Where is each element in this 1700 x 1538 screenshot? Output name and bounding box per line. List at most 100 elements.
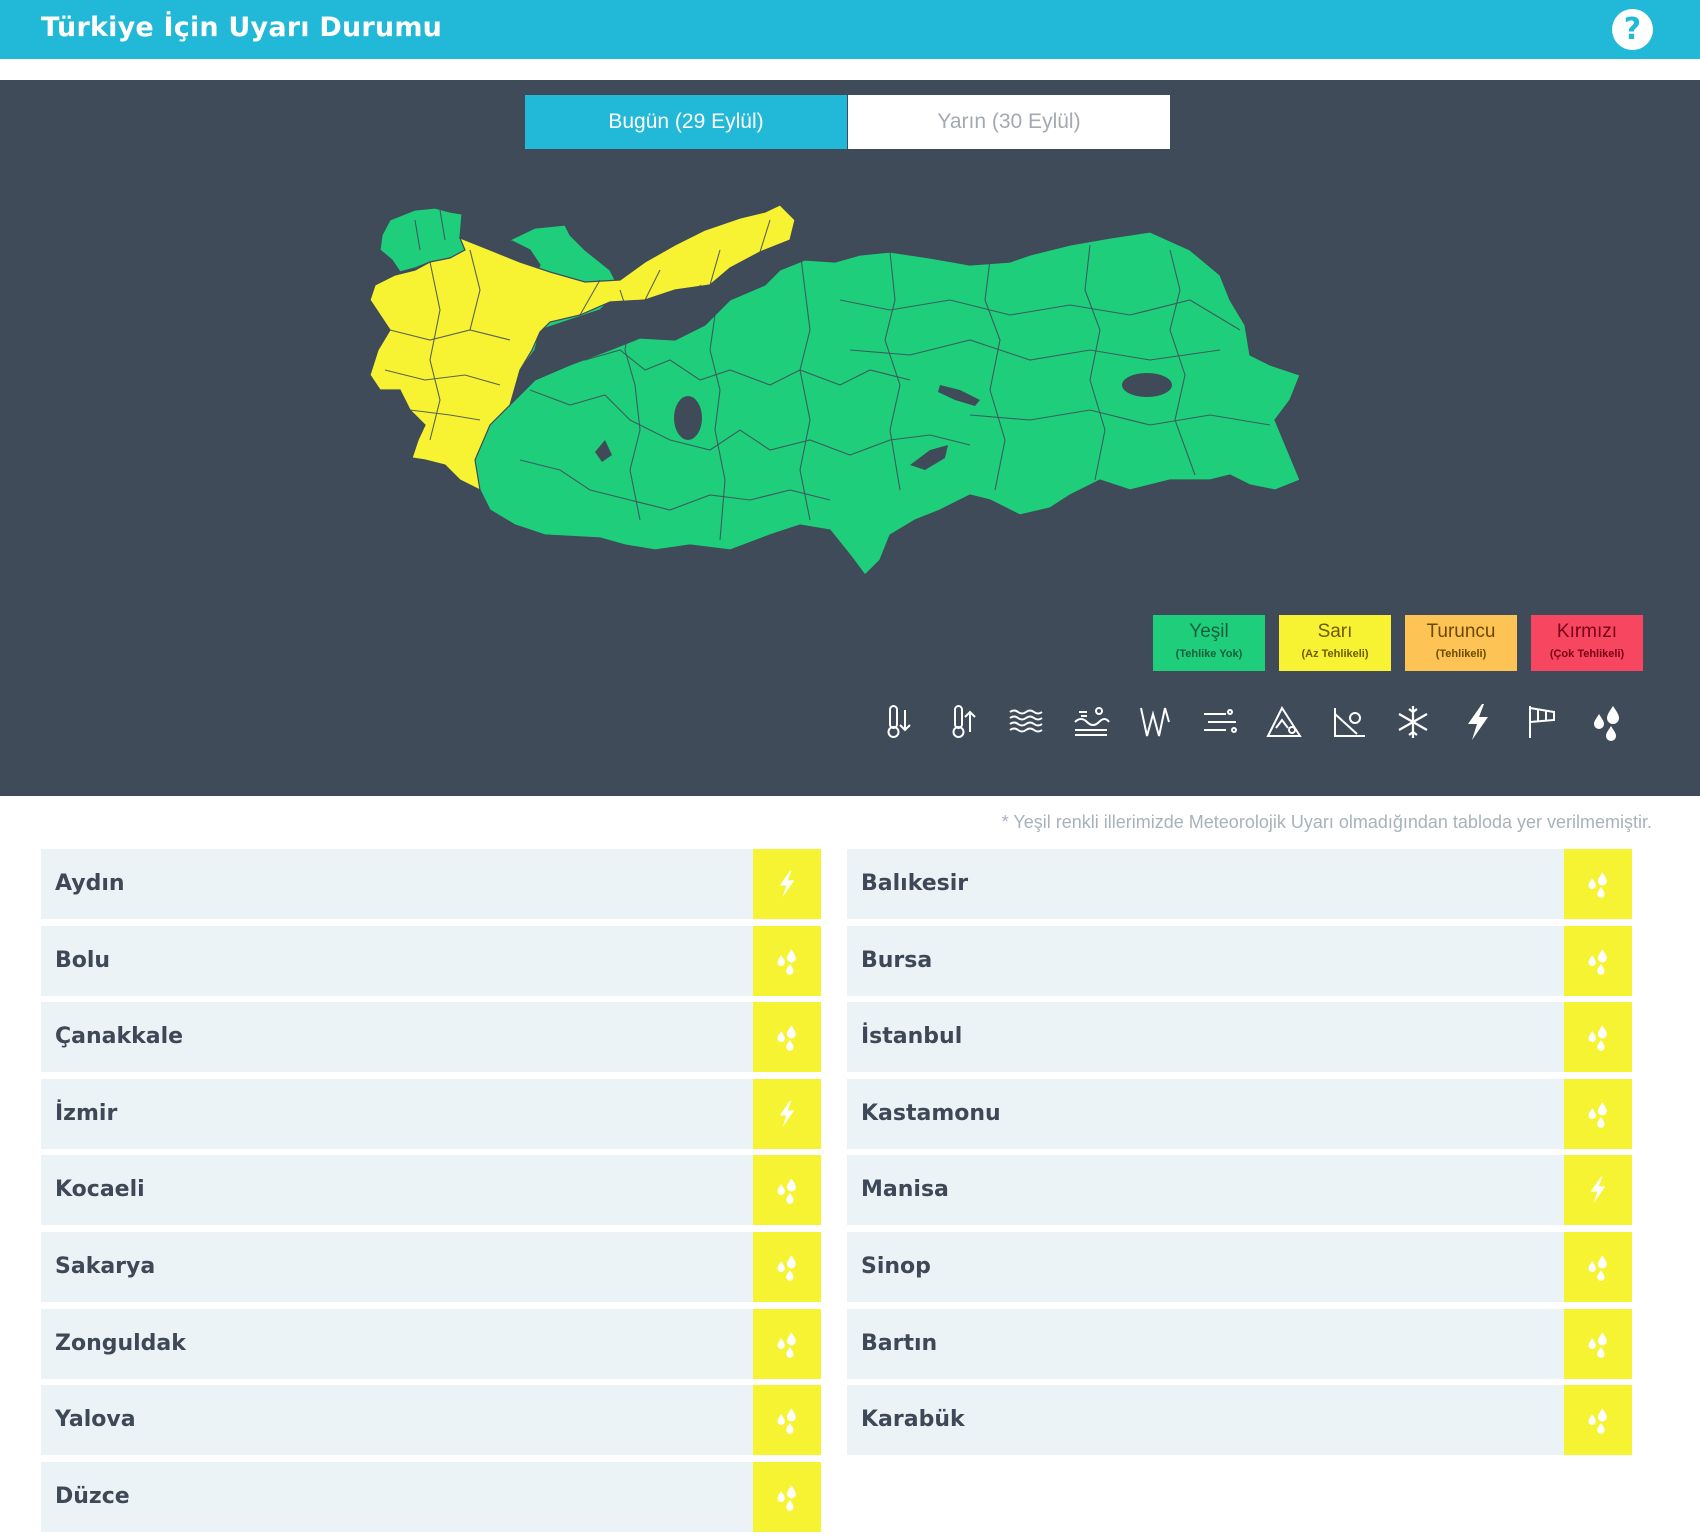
rain-icon xyxy=(777,1331,796,1358)
rain-icon xyxy=(777,948,796,975)
warning-map-panel: Bugün (29 Eylül) Yarın (30 Eylül) Yeşil … xyxy=(0,80,1700,796)
legend-sub: (Tehlikeli) xyxy=(1435,648,1487,660)
help-question-icon[interactable]: ? xyxy=(1612,9,1653,50)
table-row[interactable]: Karabük xyxy=(847,1385,1632,1456)
province-name: Zonguldak xyxy=(55,1330,186,1356)
fog-icon[interactable] xyxy=(1004,700,1048,744)
tab-today[interactable]: Bugün (29 Eylül) xyxy=(525,95,847,149)
warning-badge[interactable] xyxy=(1564,1002,1632,1073)
hot-icon[interactable] xyxy=(940,700,984,744)
province-name: Sinop xyxy=(861,1254,931,1279)
province-name: Sakarya xyxy=(55,1254,156,1279)
table-row[interactable]: Balıkesir xyxy=(847,849,1632,919)
province-name: Karabük xyxy=(861,1407,965,1433)
lake-tuz xyxy=(674,396,702,440)
legend-orange: Turuncu (Tehlikeli) xyxy=(1405,615,1517,671)
warning-badge[interactable] xyxy=(1564,1232,1632,1302)
warning-badge[interactable] xyxy=(1564,1385,1632,1456)
province-name: Manisa xyxy=(861,1177,949,1203)
snow-storm-icon[interactable] xyxy=(1198,700,1242,744)
rain-icon xyxy=(1588,1331,1607,1358)
rain-icon xyxy=(777,1408,796,1435)
province-name: Kastamonu xyxy=(861,1100,1001,1126)
table-row[interactable]: Bartın xyxy=(847,1308,1632,1379)
legend-red: Kırmızı (Çok Tehlikeli) xyxy=(1531,615,1643,671)
table-row[interactable]: Aydın xyxy=(41,849,821,919)
table-row[interactable]: Düzce xyxy=(41,1461,821,1532)
dust-icon[interactable] xyxy=(1069,700,1113,744)
province-name: Balıkesir xyxy=(861,871,969,896)
legend-name: Kırmızı xyxy=(1556,621,1618,642)
cold-icon[interactable] xyxy=(875,700,919,744)
warning-badge[interactable] xyxy=(1564,1308,1632,1379)
legend-name: Sarı xyxy=(1317,621,1353,642)
snowflake-icon[interactable] xyxy=(1391,700,1435,744)
warning-badge[interactable] xyxy=(753,1078,821,1149)
table-row[interactable]: Zonguldak xyxy=(41,1308,821,1379)
lightning-icon xyxy=(779,1100,795,1127)
table-row[interactable]: Sinop xyxy=(847,1232,1632,1302)
rain-icon xyxy=(1588,1408,1607,1435)
table-row[interactable]: Bursa xyxy=(847,925,1632,996)
landslide-icon[interactable] xyxy=(1327,700,1371,744)
legend-yellow: Sarı (Az Tehlikeli) xyxy=(1279,615,1391,671)
rain-icon xyxy=(777,1025,796,1052)
warning-badge[interactable] xyxy=(753,1461,821,1532)
lightning-icon[interactable] xyxy=(1456,700,1500,744)
province-name: Aydın xyxy=(55,871,125,896)
table-row[interactable]: İstanbul xyxy=(847,1002,1632,1073)
province-name: Çanakkale xyxy=(55,1024,184,1050)
rain-icon[interactable] xyxy=(1585,700,1629,744)
warning-badge[interactable] xyxy=(753,1002,821,1073)
rain-icon xyxy=(1588,1025,1607,1052)
table-row[interactable]: Kocaeli xyxy=(41,1155,821,1226)
legend-name: Turuncu xyxy=(1426,621,1496,642)
avalanche-icon[interactable] xyxy=(1262,700,1306,744)
rain-icon xyxy=(777,1255,796,1281)
province-name: İzmir xyxy=(55,1100,118,1126)
warning-badge[interactable] xyxy=(1564,925,1632,996)
tab-tomorrow[interactable]: Yarın (30 Eylül) xyxy=(848,95,1170,149)
warning-badge[interactable] xyxy=(1564,849,1632,919)
wind-icon[interactable] xyxy=(1133,700,1177,744)
warning-badge[interactable] xyxy=(753,1308,821,1379)
province-name: Bursa xyxy=(861,947,933,973)
table-row[interactable]: Çanakkale xyxy=(41,1002,821,1073)
lightning-icon xyxy=(1590,1177,1606,1204)
table-row[interactable]: Sakarya xyxy=(41,1232,821,1302)
province-name: Düzce xyxy=(55,1483,130,1509)
legend-sub: (Az Tehlikeli) xyxy=(1301,648,1369,660)
page-header: Türkiye İçin Uyarı Durumu ? xyxy=(0,0,1700,59)
legend-green: Yeşil (Tehlike Yok) xyxy=(1153,615,1265,671)
rain-icon xyxy=(1588,1255,1607,1281)
table-row[interactable]: Kastamonu xyxy=(847,1078,1632,1149)
province-name: Yalova xyxy=(55,1407,136,1433)
table-row[interactable]: Manisa xyxy=(847,1155,1632,1226)
warning-badge[interactable] xyxy=(753,925,821,996)
rain-icon xyxy=(1588,1102,1607,1128)
legend-sub: (Tehlike Yok) xyxy=(1175,648,1243,660)
rain-icon xyxy=(777,1485,796,1511)
rain-icon xyxy=(1588,948,1607,975)
lake-van xyxy=(1122,373,1172,397)
province-name: Bartın xyxy=(861,1330,938,1356)
rain-icon xyxy=(777,1178,796,1205)
windsock-icon[interactable] xyxy=(1520,700,1564,744)
table-row[interactable]: Yalova xyxy=(41,1385,821,1456)
warning-badge[interactable] xyxy=(753,849,821,919)
warning-badge[interactable] xyxy=(1564,1078,1632,1149)
table-row[interactable]: İzmir xyxy=(41,1078,821,1149)
warning-badge[interactable] xyxy=(753,1232,821,1302)
lightning-icon xyxy=(779,870,795,898)
day-tabs: Bugün (29 Eylül) Yarın (30 Eylül) xyxy=(525,95,1170,149)
province-name: Bolu xyxy=(55,947,111,973)
warning-badge[interactable] xyxy=(753,1385,821,1456)
page-title: Türkiye İçin Uyarı Durumu xyxy=(41,12,443,43)
province-name: Kocaeli xyxy=(55,1177,145,1203)
legend-name: Yeşil xyxy=(1189,621,1229,642)
table-row[interactable]: Bolu xyxy=(41,925,821,996)
rain-icon xyxy=(1588,872,1607,898)
warning-badge[interactable] xyxy=(1564,1155,1632,1226)
table-note: * Yeşil renkli illerimizde Meteorolojik … xyxy=(1001,812,1652,832)
warning-badge[interactable] xyxy=(753,1155,821,1226)
